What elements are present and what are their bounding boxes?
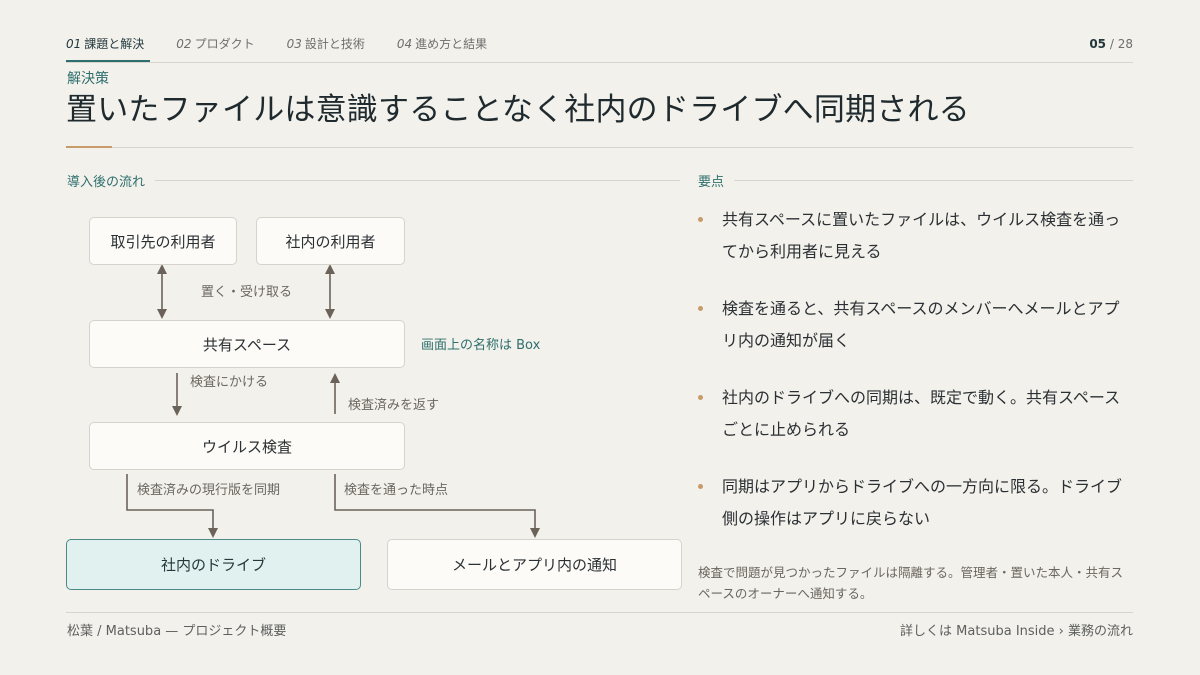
node-label: 共有スペース	[202, 335, 292, 354]
bullet-icon	[698, 395, 703, 400]
point-text: 社内のドライブへの同期は、既定で動く。共有スペースごとに止められる	[722, 388, 1121, 439]
node-partner-users: 取引先の利用者	[89, 217, 237, 265]
node-shared-space: 共有スペース	[89, 320, 405, 368]
edge-label-put-receive: 置く・受け取る	[201, 285, 293, 300]
list-item: 検査を通ると、共有スペースのメンバーへメールとアプリ内の通知が届く	[697, 293, 1133, 357]
point-text: 同期はアプリからドライブへの一方向に限る。ドライブ側の操作はアプリに戻らない	[722, 477, 1123, 528]
node-internal-drive: 社内のドライブ	[66, 539, 361, 590]
node-label: メールとアプリ内の通知	[451, 556, 617, 574]
list-item: 同期はアプリからドライブへの一方向に限る。ドライブ側の操作はアプリに戻らない	[697, 471, 1133, 535]
node-virus-scan: ウイルス検査	[89, 422, 405, 470]
edge-label-return-scanned: 検査済みを返す	[348, 398, 440, 413]
shared-space-note: 画面上の名称は Box	[421, 338, 541, 353]
list-item: 社内のドライブへの同期は、既定で動く。共有スペースごとに止められる	[697, 382, 1133, 446]
node-internal-users: 社内の利用者	[256, 217, 405, 265]
key-points-list: 共有スペースに置いたファイルは、ウイルス検査を通ってから利用者に見える 検査を通…	[697, 204, 1133, 560]
bullet-icon	[698, 217, 703, 222]
node-label: 社内のドライブ	[160, 556, 266, 574]
quarantine-footnote: 検査で問題が見つかったファイルは隔離する。管理者・置いた本人・共有スペースのオー…	[698, 565, 1124, 601]
list-item: 共有スペースに置いたファイルは、ウイルス検査を通ってから利用者に見える	[697, 204, 1133, 268]
node-label: 社内の利用者	[285, 232, 376, 251]
point-text: 共有スペースに置いたファイルは、ウイルス検査を通ってから利用者に見える	[722, 210, 1121, 261]
point-text: 検査を通ると、共有スペースのメンバーへメールとアプリ内の通知が届く	[722, 299, 1120, 350]
node-label: 取引先の利用者	[110, 232, 216, 251]
edge-label-sync-current: 検査済みの現行版を同期	[137, 483, 281, 498]
edge-label-on-pass: 検査を通った時点	[344, 483, 449, 498]
footer-more-link[interactable]: 詳しくは Matsuba Inside › 業務の流れ	[900, 620, 1133, 639]
footer-divider	[66, 612, 1133, 613]
bullet-icon	[698, 306, 703, 311]
edge-label-send-to-scan: 検査にかける	[190, 375, 269, 390]
bullet-icon	[698, 484, 703, 489]
node-label: ウイルス検査	[201, 437, 292, 456]
footer-project-label: 松葉 / Matsuba — プロジェクト概要	[67, 624, 287, 639]
node-notifications: メールとアプリ内の通知	[387, 539, 682, 590]
